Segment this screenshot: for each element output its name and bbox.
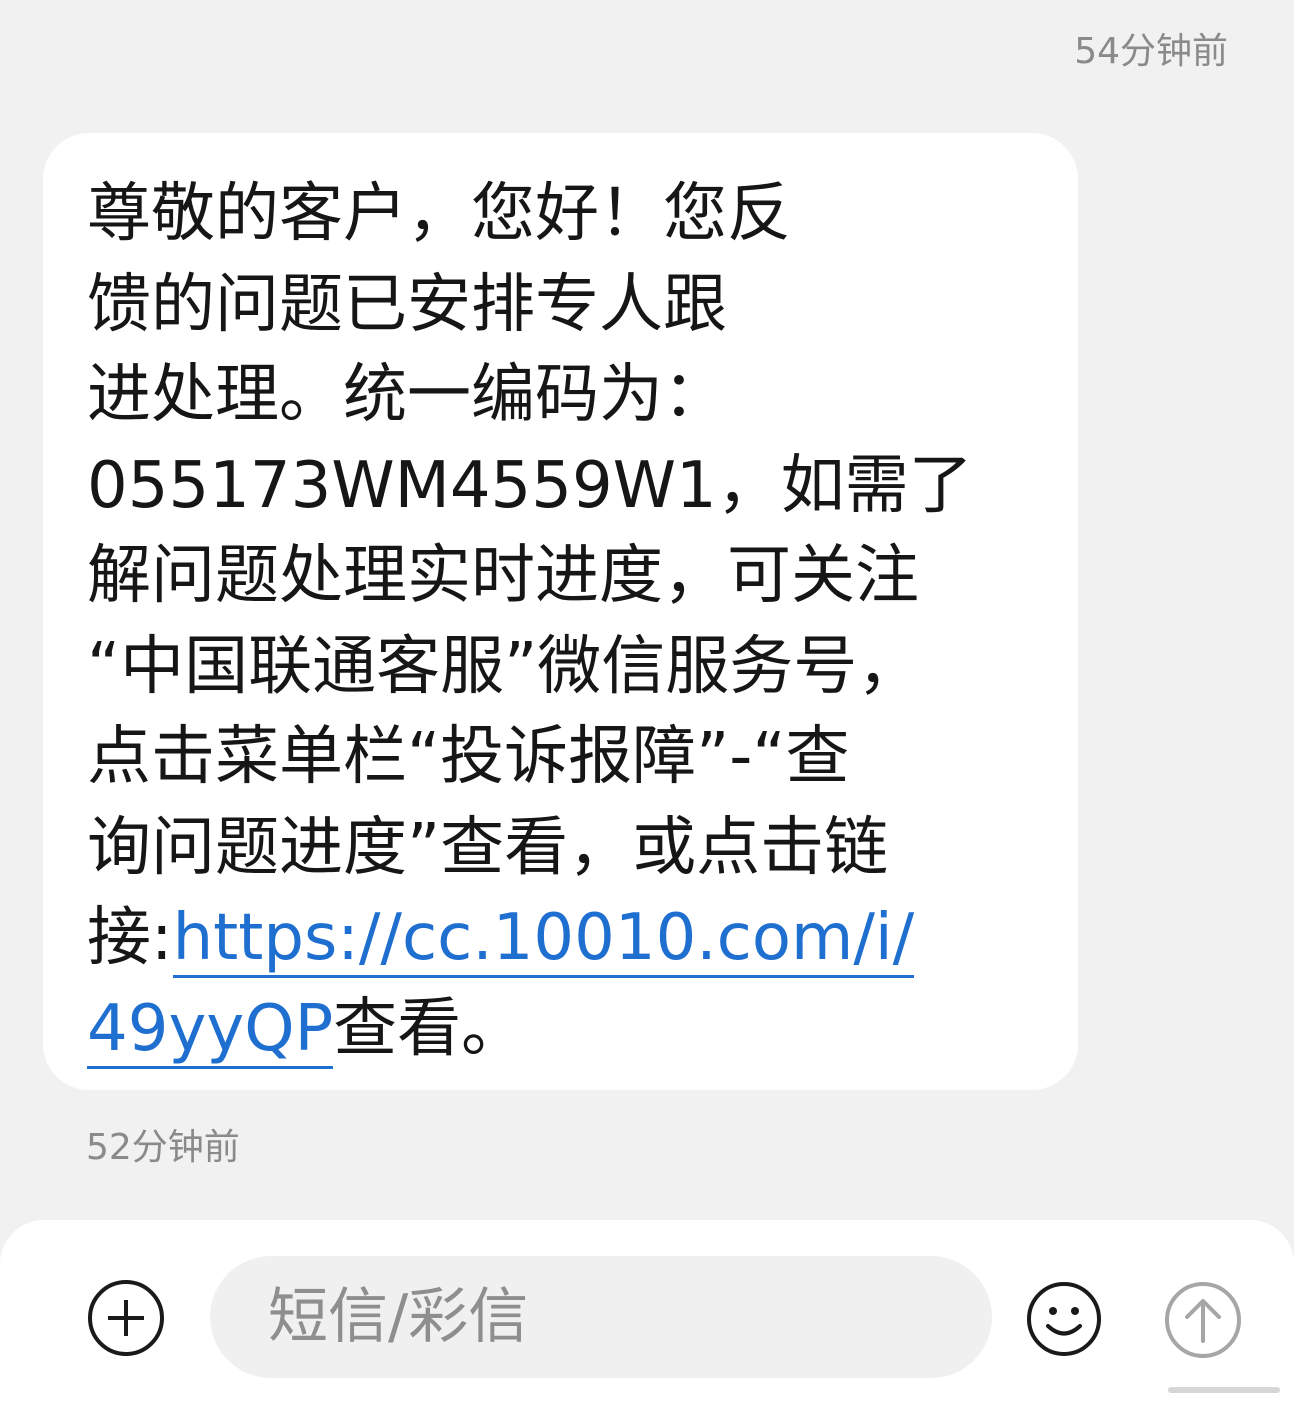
message-line: 055173WM4559W1，如需了 — [87, 448, 973, 523]
message-line: 馈的问题已安排专人跟 — [87, 267, 727, 342]
message-input-container[interactable] — [210, 1256, 992, 1378]
message-timestamp: 52分钟前 — [86, 1127, 240, 1168]
message-input[interactable] — [266, 1281, 992, 1353]
message-line: 点击菜单栏“投诉报障”-“查 — [87, 720, 850, 794]
message-line: 接:https://cc.10010.com/i/ — [87, 893, 1038, 984]
message-text: 尊敬的客户，您好！您反 馈的问题已安排专人跟 进处理。统一编码为： 055173… — [87, 169, 1038, 1074]
message-line: 进处理。统一编码为： — [87, 358, 727, 432]
message-link[interactable]: 49yyQP — [87, 991, 334, 1069]
compose-bar — [0, 1220, 1294, 1407]
smiley-icon[interactable] — [1026, 1281, 1102, 1357]
arrow-up-circle-icon[interactable] — [1164, 1281, 1242, 1359]
message-link[interactable]: https://cc.10010.com/i/ — [172, 901, 915, 978]
message-line: “中国联通客服”微信服务号， — [87, 629, 922, 704]
message-line: 解问题处理实时进度，可关注 — [87, 539, 919, 613]
message-text-fragment: 查看。 — [333, 991, 526, 1066]
home-indicator — [1168, 1387, 1280, 1393]
message-bubble[interactable]: 尊敬的客户，您好！您反 馈的问题已安排专人跟 进处理。统一编码为： 055173… — [43, 133, 1078, 1090]
message-line: 49yyQP查看。 — [87, 984, 1038, 1075]
plus-circle-icon[interactable] — [88, 1280, 164, 1356]
message-timestamp: 54分钟前 — [1074, 31, 1228, 72]
message-line: 尊敬的客户，您好！您反 — [87, 177, 791, 251]
message-line: 询问题进度”查看，或点击链 — [87, 810, 889, 885]
message-text-fragment: 接: — [87, 901, 173, 975]
